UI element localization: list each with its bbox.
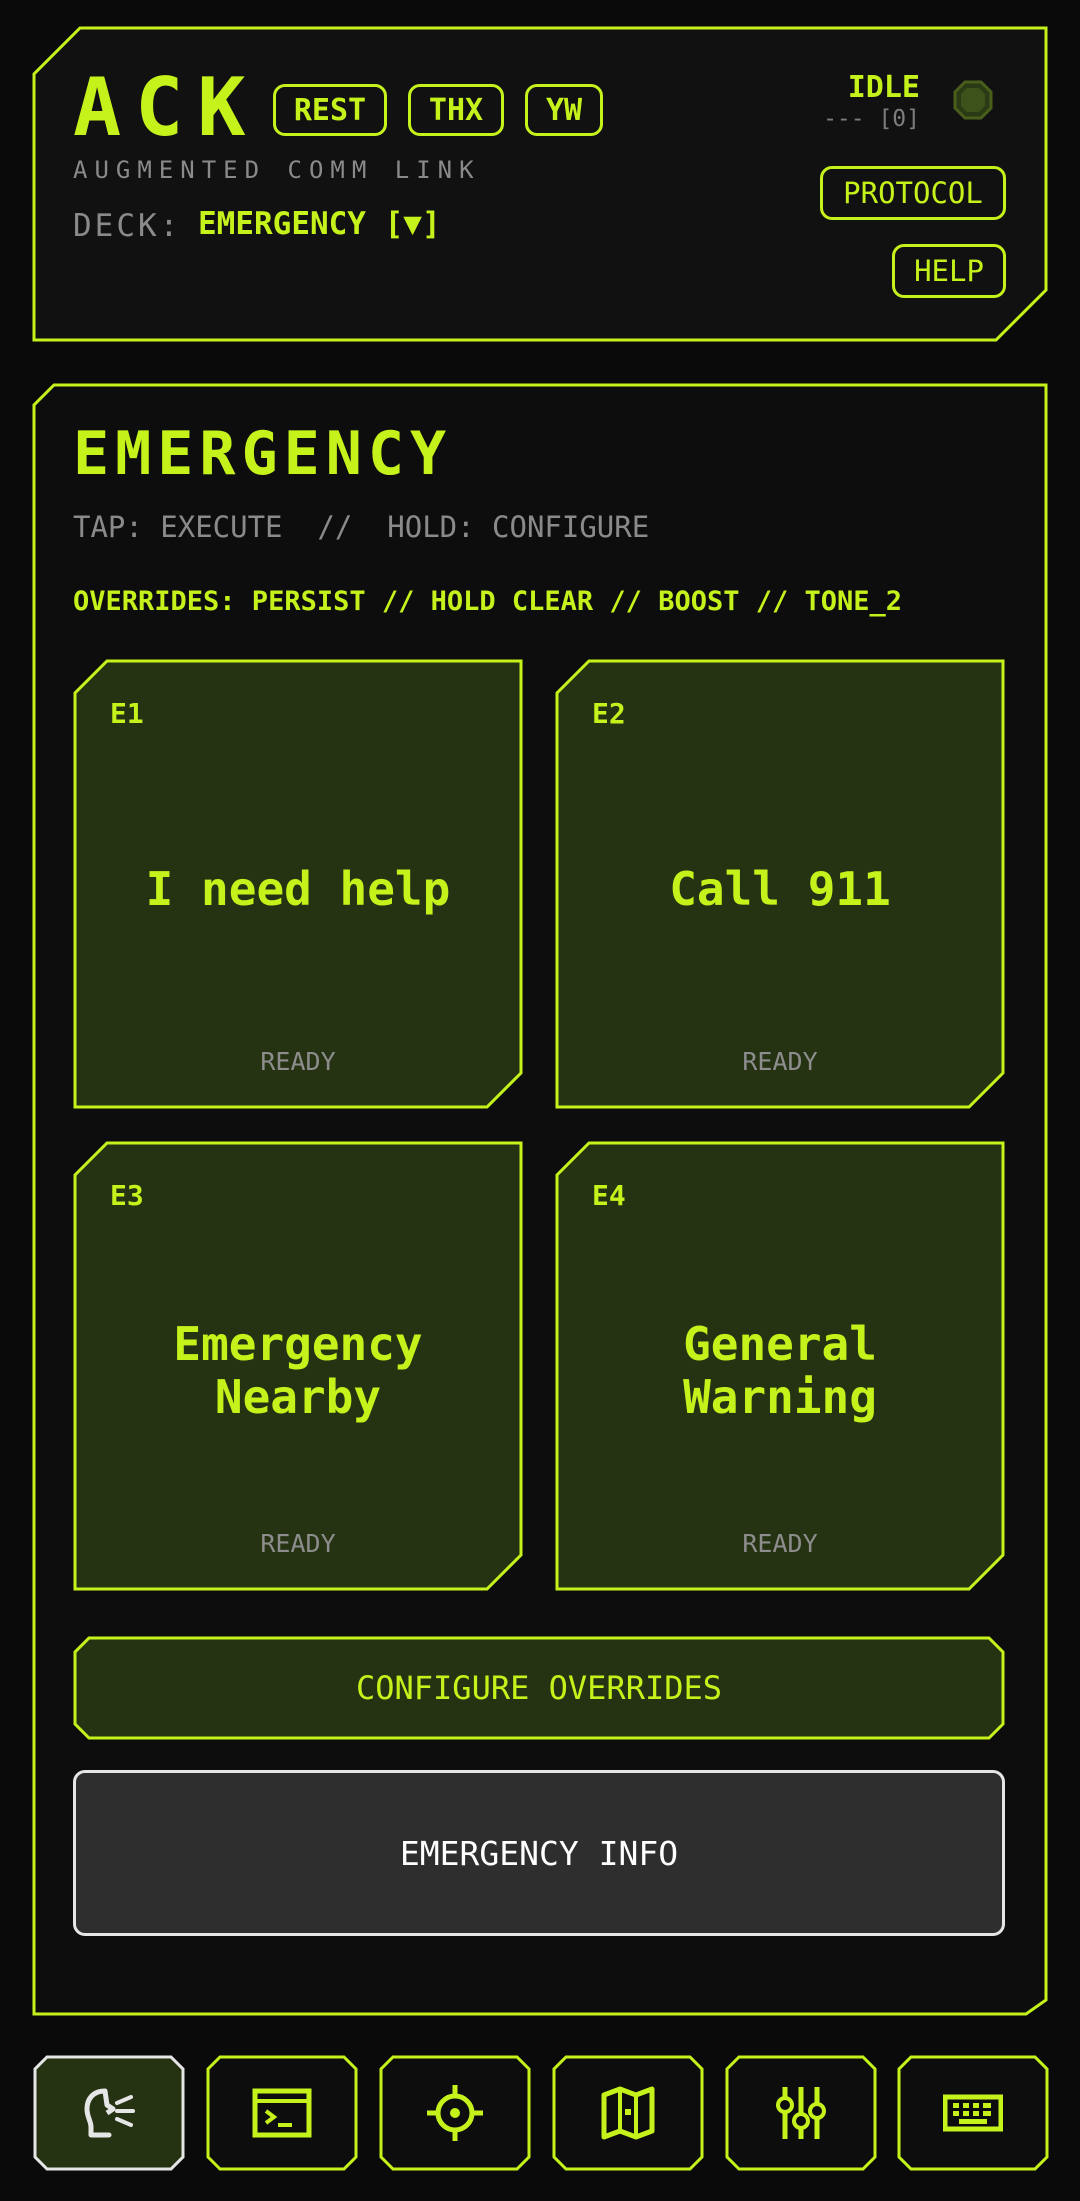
panel-title: EMERGENCY <box>73 419 453 489</box>
configure-overrides-label: CONFIGURE OVERRIDES <box>355 1669 723 1707</box>
sliders-icon <box>776 2087 826 2139</box>
nav-terminal[interactable] <box>206 2055 358 2171</box>
tile-code: E4 <box>592 1179 626 1212</box>
panel-hint: TAP: EXECUTE // HOLD: CONFIGURE <box>73 510 650 544</box>
nav-speak[interactable] <box>33 2055 185 2171</box>
tile-code: E1 <box>110 697 144 730</box>
nav-keyboard[interactable] <box>897 2055 1049 2171</box>
nav-settings[interactable] <box>725 2055 877 2171</box>
tile-phrase: General Warning <box>683 1317 877 1424</box>
nav-target[interactable] <box>379 2055 531 2171</box>
overrides-summary: OVERRIDES: PERSIST // HOLD CLEAR // BOOS… <box>73 586 903 617</box>
tile-code: E3 <box>110 1179 144 1212</box>
tile-phrase: Emergency Nearby <box>173 1317 423 1424</box>
phrase-tile-e2[interactable]: E2 Call 911 READY <box>555 659 1005 1109</box>
tile-code: E2 <box>592 697 626 730</box>
tile-status: READY <box>260 1047 336 1076</box>
tile-phrase: Call 911 <box>669 861 891 916</box>
crosshair-icon <box>427 2085 483 2141</box>
tile-phrase: I need help <box>145 861 451 916</box>
map-icon <box>601 2086 655 2140</box>
phrase-tile-e1[interactable]: E1 I need help READY <box>73 659 523 1109</box>
phrase-tile-e4[interactable]: E4 General Warning READY <box>555 1141 1005 1591</box>
configure-overrides-button[interactable]: CONFIGURE OVERRIDES <box>73 1636 1005 1740</box>
tile-status: READY <box>742 1047 818 1076</box>
tile-status: READY <box>742 1529 818 1558</box>
terminal-icon <box>252 2088 312 2138</box>
phrase-tile-e3[interactable]: E3 Emergency Nearby READY <box>73 1141 523 1591</box>
emergency-info-button[interactable]: EMERGENCY INFO <box>73 1770 1005 1936</box>
nav-map[interactable] <box>552 2055 704 2171</box>
tile-status: READY <box>260 1529 336 1558</box>
keyboard-icon <box>943 2094 1003 2132</box>
speak-icon <box>84 2088 135 2138</box>
